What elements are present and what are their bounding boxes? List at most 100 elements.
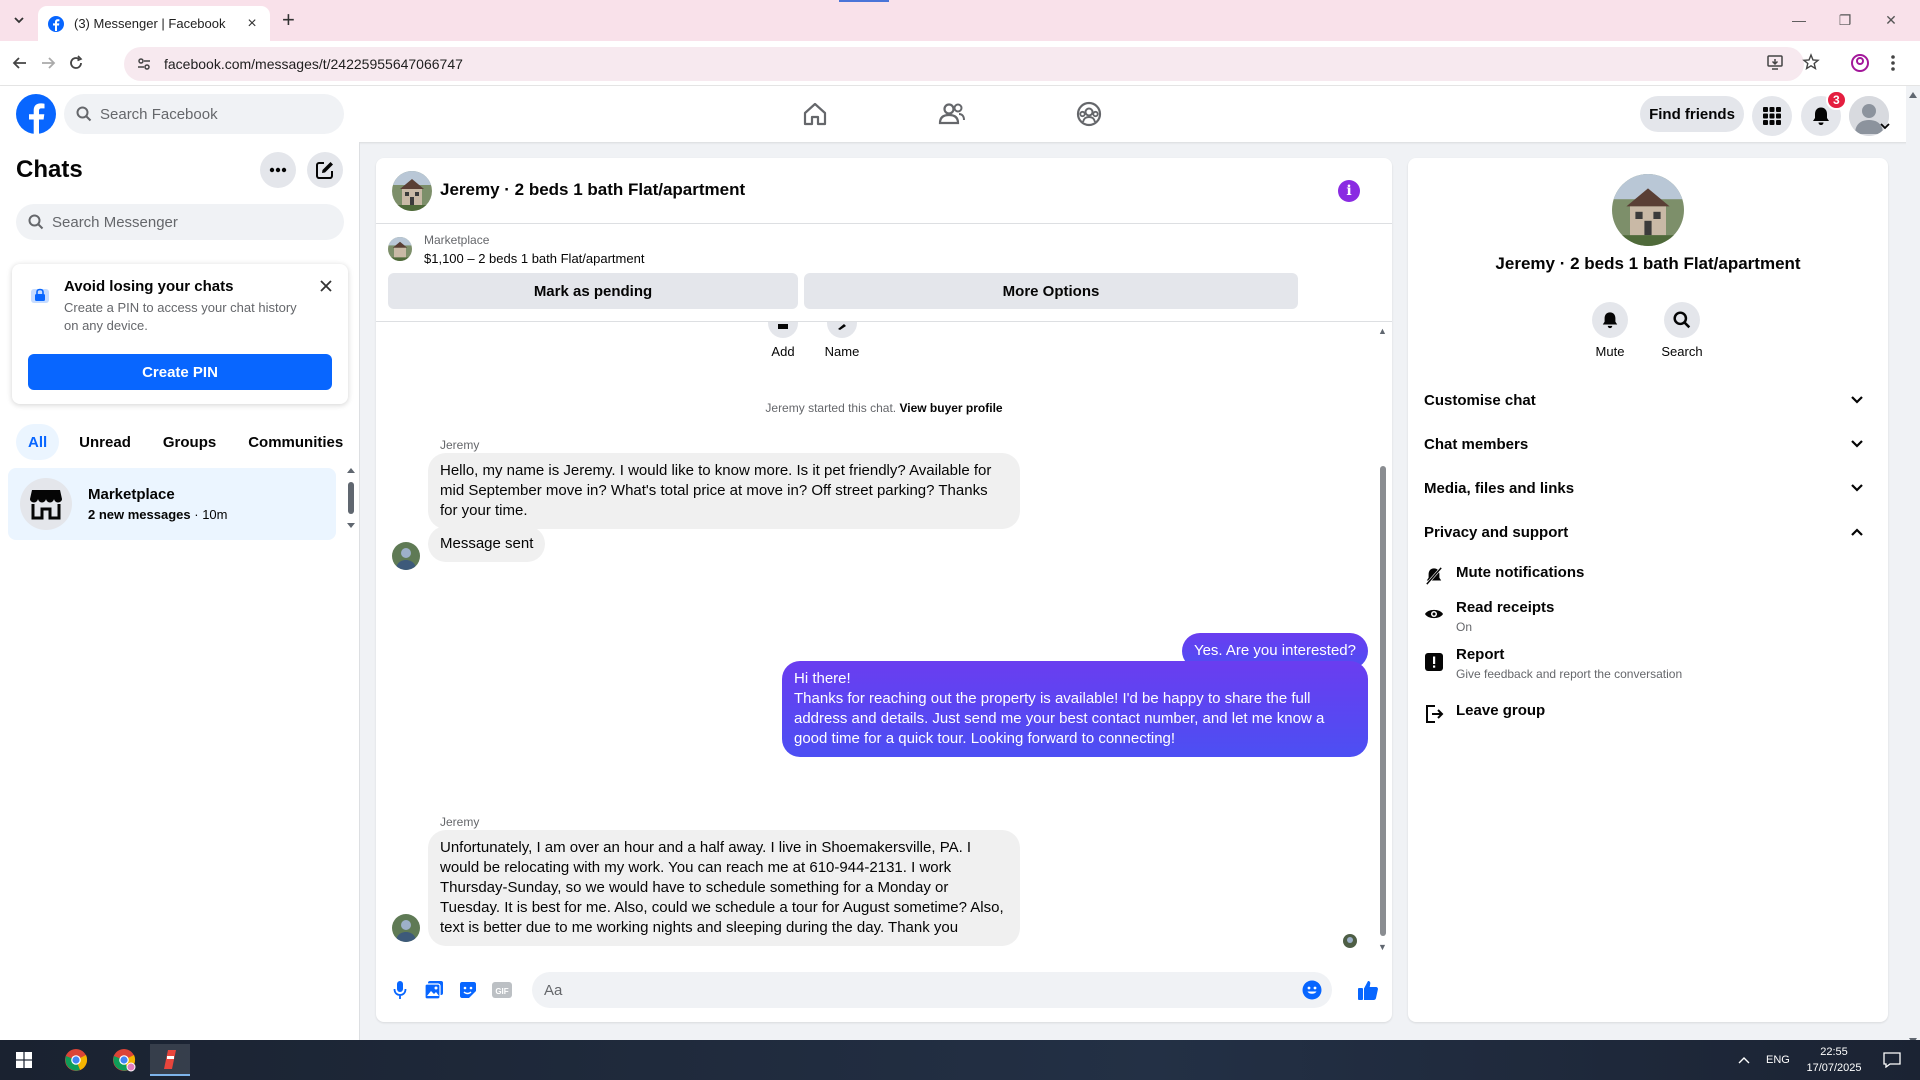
gif-icon[interactable]: GIF (490, 978, 514, 1002)
mute-notifications-item[interactable]: Mute notifications (1424, 564, 1872, 586)
scroll-up-icon[interactable]: ▲ (1378, 326, 1387, 336)
photo-icon[interactable] (422, 978, 446, 1002)
close-icon[interactable] (316, 276, 336, 296)
outgoing-message[interactable]: Hi there! Thanks for reaching out the pr… (782, 661, 1368, 757)
nav-friends[interactable] (922, 86, 982, 142)
filter-communities[interactable]: Communities (236, 424, 355, 460)
message-line: would be relocating with my work. You ca… (440, 859, 952, 876)
search-icon (1664, 302, 1700, 338)
facebook-search-input[interactable] (100, 105, 320, 123)
microphone-icon[interactable] (388, 978, 412, 1002)
emoji-icon[interactable] (1302, 980, 1322, 1000)
notification-center-icon[interactable] (1872, 1044, 1912, 1076)
restore-icon[interactable]: ❐ (1822, 8, 1868, 32)
filter-groups[interactable]: Groups (151, 424, 228, 460)
scroll-up-icon[interactable] (1909, 92, 1917, 98)
search-in-chat-button[interactable]: Search (1652, 302, 1712, 359)
message-line: mid September move in? What's total pric… (440, 482, 988, 499)
scroll-down-icon[interactable]: ▼ (1378, 942, 1387, 952)
scroll-thumb[interactable] (1380, 466, 1386, 936)
mark-pending-button[interactable]: Mark as pending (388, 273, 798, 309)
browser-menu-icon[interactable] (1890, 53, 1896, 73)
section-label: Privacy and support (1424, 523, 1569, 541)
item-sublabel: On (1456, 620, 1473, 634)
sender-avatar[interactable] (392, 542, 420, 570)
listing-price-title[interactable]: $1,100 – 2 beds 1 bath Flat/apartment (424, 251, 644, 266)
facebook-logo-icon[interactable] (16, 94, 56, 134)
minimize-icon[interactable]: — (1776, 8, 1822, 32)
nav-groups[interactable] (1059, 86, 1119, 142)
section-chat-members[interactable]: Chat members (1424, 422, 1872, 466)
back-icon[interactable] (8, 51, 32, 75)
windows-start-icon[interactable] (4, 1044, 44, 1076)
browser-tab[interactable]: (3) Messenger | Facebook × (38, 6, 270, 41)
conversation-photo[interactable] (1612, 174, 1684, 246)
storefront-icon (30, 490, 62, 520)
chat-options-button[interactable] (260, 152, 296, 188)
active-app-taskbar-icon[interactable] (150, 1044, 190, 1076)
chat-started-text: Jeremy started this chat. (765, 401, 897, 415)
language-indicator[interactable]: ENG (1766, 1054, 1790, 1066)
find-friends-button[interactable]: Find friends (1640, 96, 1744, 132)
show-hidden-icons-icon[interactable] (1738, 1056, 1750, 1064)
message-input[interactable] (544, 981, 1284, 999)
chrome-taskbar-icon[interactable] (56, 1044, 96, 1076)
marketplace-listing-bar: Marketplace $1,100 – 2 beds 1 bath Flat/… (376, 225, 1392, 321)
browser-profile-icon[interactable] (1850, 53, 1870, 73)
view-buyer-profile-link[interactable]: View buyer profile (899, 401, 1002, 415)
thread-scrollbar[interactable]: ▲ ▼ (1378, 326, 1388, 954)
chrome-profile-taskbar-icon[interactable] (104, 1044, 144, 1076)
name-action[interactable]: Name (812, 322, 872, 359)
search-icon (76, 106, 92, 122)
listing-thumbnail[interactable] (388, 237, 412, 261)
message-thread: Add Name Jeremy started this chat. View … (376, 321, 1392, 958)
taskbar-clock[interactable]: 22:55 17/07/2025 (1800, 1044, 1868, 1076)
url-bar[interactable]: facebook.com/messages/t/2422595564706674… (124, 47, 1804, 81)
incoming-message[interactable]: Hello, my name is Jeremy. I would like t… (428, 453, 1020, 529)
account-avatar[interactable] (1849, 96, 1889, 136)
mute-button[interactable]: Mute (1580, 302, 1640, 359)
sticker-icon[interactable] (456, 978, 480, 1002)
section-customise-chat[interactable]: Customise chat (1424, 378, 1872, 422)
close-window-icon[interactable]: ✕ (1868, 8, 1914, 32)
messenger-search-box[interactable] (16, 204, 344, 240)
create-pin-button[interactable]: Create PIN (28, 354, 332, 390)
section-media-files-links[interactable]: Media, files and links (1424, 466, 1872, 510)
site-settings-icon[interactable] (136, 56, 152, 72)
more-options-button[interactable]: More Options (804, 273, 1298, 309)
incoming-message[interactable]: Unfortunately, I am over an hour and a h… (428, 830, 1020, 946)
message-input-box[interactable] (532, 972, 1332, 1008)
message-line: Hi there! (794, 670, 851, 687)
messenger-search-input[interactable] (52, 213, 312, 231)
like-thumbs-up-icon[interactable] (1356, 978, 1380, 1002)
conversation-name: Marketplace (88, 486, 175, 503)
incoming-message[interactable]: Message sent (428, 526, 546, 562)
reload-icon[interactable] (64, 51, 88, 75)
filter-unread[interactable]: Unread (67, 424, 143, 460)
section-privacy-support[interactable]: Privacy and support (1424, 510, 1872, 554)
conversation-info-icon[interactable]: i (1338, 180, 1360, 202)
menu-grid-button[interactable] (1752, 96, 1792, 136)
account-chevron-icon[interactable] (1880, 122, 1890, 130)
nav-home[interactable] (785, 86, 845, 142)
page-scrollbar[interactable] (1906, 86, 1920, 1048)
conversation-item-marketplace[interactable]: Marketplace 2 new messages · 10m (8, 468, 336, 540)
facebook-search-box[interactable] (64, 94, 344, 134)
filter-all[interactable]: All (16, 424, 60, 460)
close-tab-icon[interactable]: × (244, 15, 260, 32)
report-item[interactable]: Report Give feedback and report the conv… (1424, 646, 1872, 681)
leave-group-item[interactable]: Leave group (1424, 702, 1872, 724)
sender-avatar[interactable] (392, 914, 420, 942)
bookmark-star-icon[interactable] (1802, 53, 1820, 71)
add-action[interactable]: Add (753, 322, 813, 359)
conversation-avatar[interactable] (392, 171, 432, 211)
new-message-button[interactable] (307, 152, 343, 188)
conversation-list-scrollbar[interactable] (347, 468, 355, 528)
install-app-icon[interactable] (1766, 53, 1784, 71)
new-tab-button[interactable]: + (282, 9, 295, 31)
forward-icon[interactable] (36, 51, 60, 75)
item-label: Mute notifications (1456, 564, 1585, 581)
read-receipts-item[interactable]: Read receipts On (1424, 599, 1872, 634)
tab-search-button[interactable] (8, 9, 30, 31)
chevron-down-icon (1851, 440, 1863, 448)
